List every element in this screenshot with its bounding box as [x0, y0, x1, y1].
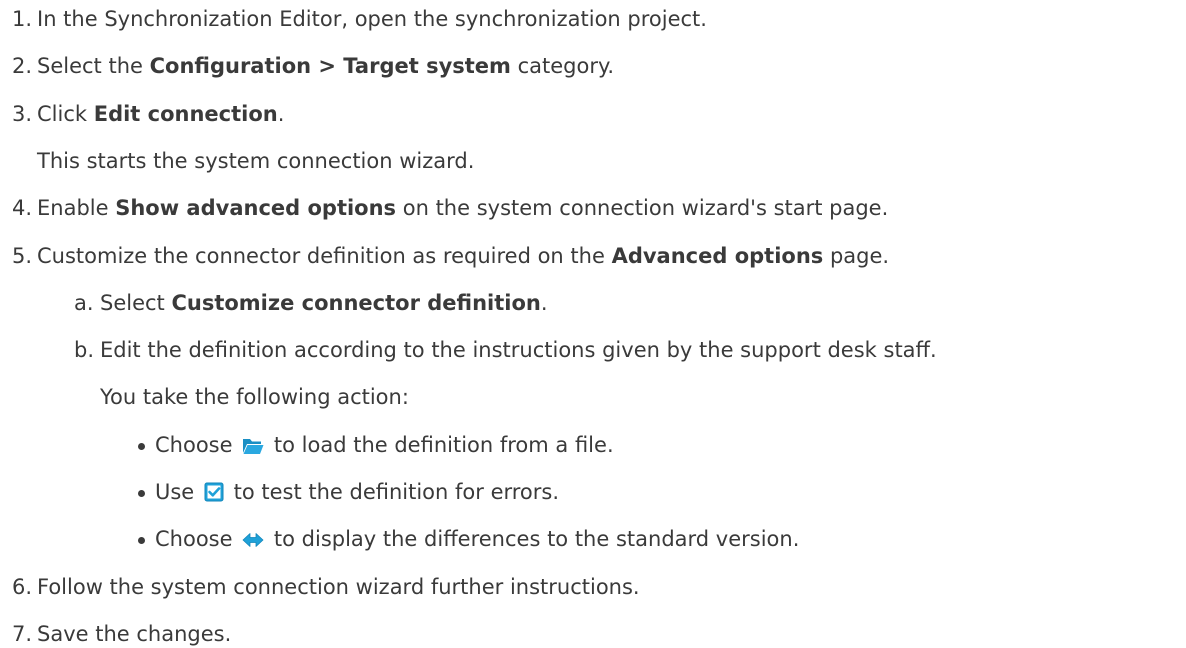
- step-text: Save the changes.: [37, 622, 232, 646]
- page-label: Advanced options: [611, 244, 824, 268]
- step-text: Click: [37, 102, 94, 126]
- step-text-tail: page.: [823, 244, 890, 268]
- option-label: Show advanced options: [115, 196, 397, 220]
- bullet-text: Choose: [155, 433, 240, 457]
- substep-text: You take the following action:: [100, 385, 409, 409]
- bullet-marker: [138, 490, 145, 497]
- substep-text: Select: [100, 291, 172, 315]
- step-text-tail: .: [277, 102, 285, 126]
- substep-letter: a.: [74, 291, 94, 315]
- substep-text-tail: .: [540, 291, 548, 315]
- ui-button-label: Edit connection: [93, 102, 278, 126]
- step-number: 1.: [12, 7, 33, 31]
- bullet-text-tail: to load the definition from a file.: [267, 433, 614, 457]
- option-label: Customize connector definition: [171, 291, 541, 315]
- step-number: 5.: [12, 244, 33, 268]
- step-text: Enable: [37, 196, 116, 220]
- step-number: 3.: [12, 102, 33, 126]
- step-text-tail: on the system connection wizard's start …: [396, 196, 889, 220]
- bullet-text: Use: [155, 480, 201, 504]
- bullet-text-tail: to test the definition for errors.: [226, 480, 560, 504]
- step-text-tail: category.: [510, 54, 615, 78]
- bullet-marker: [138, 537, 145, 544]
- step-text: Select the: [37, 54, 150, 78]
- step-number: 6.: [12, 575, 33, 599]
- step-text: In the Synchronization Editor, open the …: [37, 7, 707, 31]
- substep-text: Edit the definition according to the ins…: [100, 338, 937, 362]
- procedure-document: 1. In the Synchronization Editor, open t…: [0, 0, 1186, 648]
- note-text: This starts the system connection wizard…: [37, 149, 475, 173]
- folder-open-icon: [243, 439, 264, 454]
- substep-letter: b.: [74, 338, 95, 362]
- compare-arrows-icon: [242, 533, 264, 547]
- step-text: Customize the connector definition as re…: [37, 244, 612, 268]
- bullet-marker: [138, 443, 145, 450]
- step-number: 2.: [12, 54, 33, 78]
- step-number: 4.: [12, 196, 33, 220]
- step-text: Follow the system connection wizard furt…: [37, 575, 640, 599]
- bullet-text-tail: to display the differences to the standa…: [267, 527, 800, 551]
- bullet-text: Choose: [155, 527, 240, 551]
- checkbox-checked-icon: [204, 482, 224, 502]
- step-number: 7.: [12, 622, 33, 646]
- ui-path-label: Configuration > Target system: [149, 54, 511, 78]
